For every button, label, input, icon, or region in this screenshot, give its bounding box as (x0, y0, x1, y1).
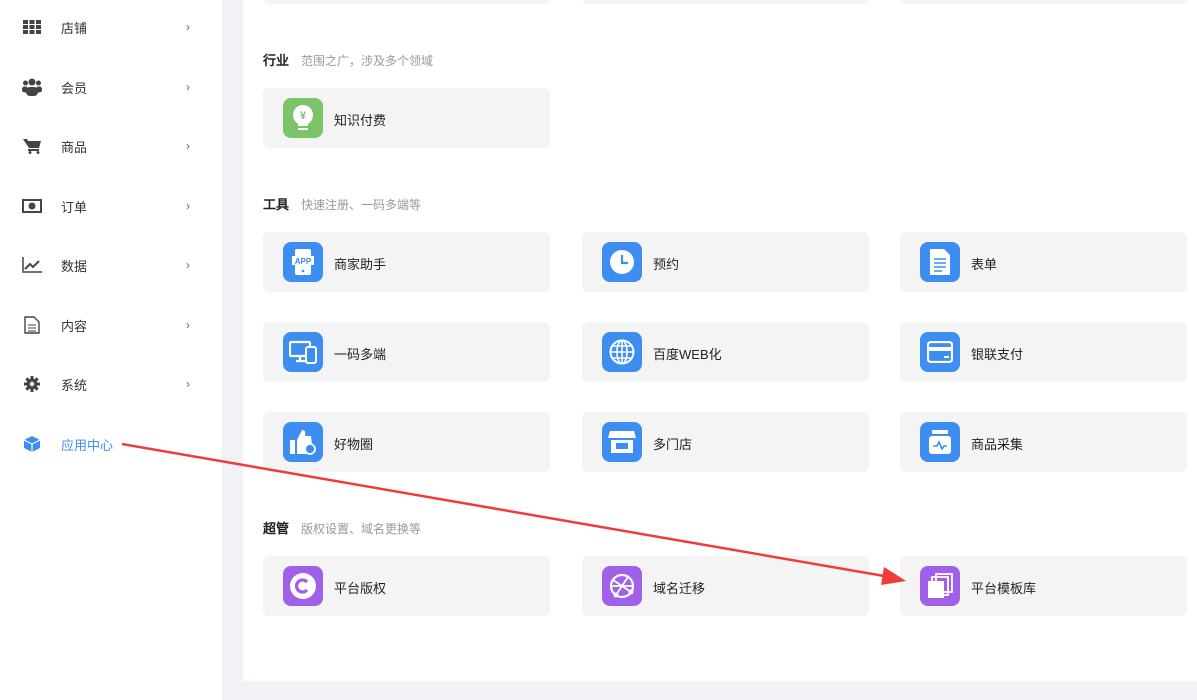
sidebar-item-members[interactable]: 会员 › (0, 67, 222, 107)
app-card[interactable]: 好物圈 (263, 412, 550, 472)
app-card[interactable]: 表单 (900, 232, 1187, 292)
app-card-partial[interactable] (900, 0, 1187, 4)
sidebar-item-label: 数据 (61, 258, 88, 274)
app-card[interactable]: 平台版权 (263, 556, 550, 616)
chart-line-icon (22, 255, 42, 275)
app-card[interactable]: 预约 (582, 232, 869, 292)
clock-icon (602, 242, 642, 282)
app-card[interactable]: 一码多端 (263, 322, 550, 382)
app-card-partial[interactable] (582, 0, 869, 4)
section-title: 超管 (263, 521, 290, 536)
chevron-right-icon: › (186, 20, 190, 34)
app-name: 平台版权 (334, 581, 387, 596)
globe-icon (602, 332, 642, 372)
sidebar-item-system[interactable]: 系统 › (0, 364, 222, 404)
sidebar-item-app-center[interactable]: 应用中心 (0, 424, 222, 464)
app-card[interactable]: 多门店 (582, 412, 869, 472)
store-icon (602, 422, 642, 462)
app-name: 好物圈 (334, 437, 374, 452)
app-card[interactable]: 域名迁移 (582, 556, 869, 616)
section-header: 工具 快速注册、一码多端等 (263, 194, 421, 213)
sidebar-item-label: 商品 (61, 139, 88, 155)
sidebar-item-label: 订单 (61, 199, 88, 215)
bulb-yen-icon: ¥ (283, 98, 323, 138)
app-phone-icon: APP (283, 242, 323, 282)
app-name: 百度WEB化 (653, 347, 722, 362)
app-card[interactable]: 平台模板库 (900, 556, 1187, 616)
sidebar-item-orders[interactable]: 订单 › (0, 186, 222, 226)
app-name: 平台模板库 (971, 581, 1037, 596)
section-header: 行业 范围之广，涉及多个领域 (263, 50, 433, 69)
app-name: 一码多端 (334, 347, 387, 362)
app-name: 商家助手 (334, 257, 387, 272)
chevron-right-icon: › (186, 199, 190, 213)
app-name: 银联支付 (971, 347, 1024, 362)
chevron-right-icon: › (186, 139, 190, 153)
chevron-right-icon: › (186, 80, 190, 94)
app-card[interactable]: ¥ 知识付费 (263, 88, 550, 148)
devices-icon (283, 332, 323, 372)
sidebar-item-products[interactable]: 商品 › (0, 126, 222, 166)
section-title: 工具 (263, 197, 290, 212)
chevron-right-icon: › (186, 258, 190, 272)
section-title: 行业 (263, 53, 290, 68)
thumbs-up-icon (283, 422, 323, 462)
app-name: 多门店 (653, 437, 693, 452)
svg-text:¥: ¥ (300, 110, 307, 122)
app-card[interactable]: 百度WEB化 (582, 322, 869, 382)
svg-text:APP: APP (295, 257, 312, 266)
collect-icon (920, 422, 960, 462)
templates-icon (920, 566, 960, 606)
document-icon (22, 315, 42, 335)
app-card[interactable]: 商品采集 (900, 412, 1187, 472)
app-card-partial[interactable] (263, 0, 550, 4)
card-icon (920, 332, 960, 372)
sidebar-item-label: 系统 (61, 377, 88, 393)
app-name: 域名迁移 (653, 581, 706, 596)
app-name: 知识付费 (334, 113, 387, 128)
section-description: 范围之广，涉及多个领域 (301, 54, 434, 68)
app-card[interactable]: 银联支付 (900, 322, 1187, 382)
section-header: 超管 版权设置、域名更换等 (263, 518, 421, 537)
gear-icon (22, 374, 42, 394)
section-description: 快速注册、一码多端等 (301, 198, 422, 212)
form-icon (920, 242, 960, 282)
sidebar-item-label: 应用中心 (61, 437, 114, 453)
grid-icon (22, 17, 42, 37)
app-name: 预约 (653, 257, 680, 272)
domain-icon (602, 566, 642, 606)
sidebar-item-content[interactable]: 内容 › (0, 305, 222, 345)
chevron-right-icon: › (186, 377, 190, 391)
cube-icon (22, 434, 42, 454)
app-name: 商品采集 (971, 437, 1024, 452)
chevron-right-icon: › (186, 318, 190, 332)
app-name: 表单 (971, 257, 998, 272)
app-card[interactable]: APP 商家助手 (263, 232, 550, 292)
sidebar-item-data[interactable]: 数据 › (0, 245, 222, 285)
sidebar-item-store[interactable]: 店铺 › (0, 7, 222, 47)
cart-icon (22, 136, 42, 156)
section-description: 版权设置、域名更换等 (301, 522, 422, 536)
sidebar-item-label: 会员 (61, 80, 88, 96)
sidebar: 店铺 › 会员 › 商品 › 订单 › 数据 › 内容 › 系统 › 应用中心 (0, 0, 222, 700)
users-icon (22, 77, 42, 97)
copyright-icon (283, 566, 323, 606)
sidebar-item-label: 内容 (61, 318, 88, 334)
sidebar-item-label: 店铺 (61, 20, 88, 36)
money-icon (22, 196, 42, 216)
